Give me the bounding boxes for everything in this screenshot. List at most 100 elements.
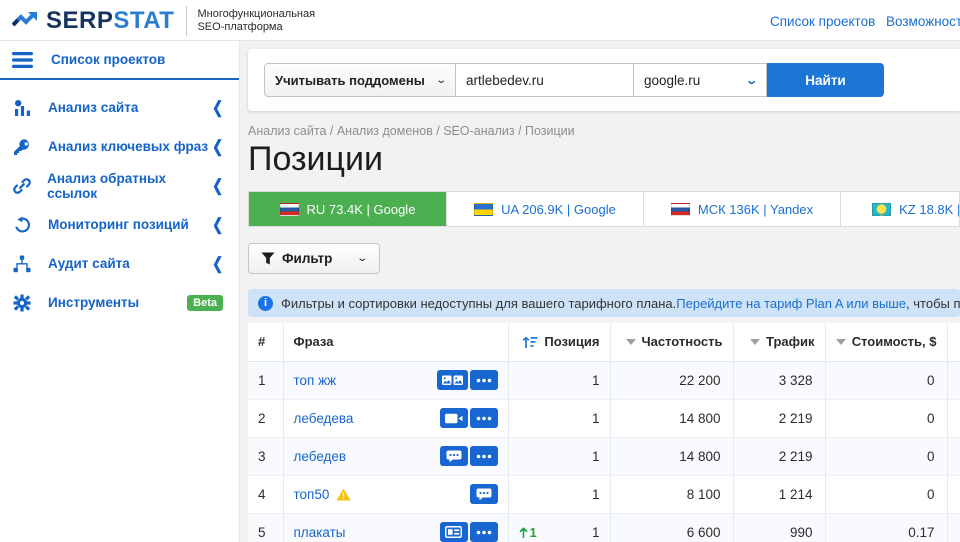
position-cell: 1 (508, 399, 610, 437)
sidebar-item-label: Аудит сайта (48, 256, 130, 271)
position-value: 1 (592, 449, 600, 464)
sort-icon[interactable] (836, 339, 846, 345)
upgrade-plan-link[interactable]: Перейдите на тариф Plan A или выше (676, 296, 906, 311)
chevron-left-icon[interactable]: ❮ (212, 98, 223, 118)
sidebar-item-3[interactable]: Мониторинг позиций ❮ (0, 205, 239, 244)
column-header-num: # (248, 323, 283, 361)
nav-link-projects[interactable]: Список проектов (770, 14, 875, 29)
row-index: 3 (248, 437, 283, 475)
images-badge-icon[interactable] (437, 370, 468, 390)
sidebar: Список проектов Анализ сайта❮Анализ ключ… (0, 41, 240, 542)
phrase-link[interactable]: топ50 (294, 487, 330, 502)
domain-search-input[interactable] (456, 63, 634, 97)
phrase-link[interactable]: топ жж (294, 373, 337, 388)
search-engine-dropdown[interactable]: google.ru ⌄ (634, 63, 767, 97)
audit-icon (12, 255, 32, 273)
tab-region-3[interactable]: KZ 18.8K | Google (840, 192, 960, 226)
phrase-cell: плакаты (283, 513, 508, 542)
chevron-down-icon: ⌄ (357, 253, 369, 264)
brand-tagline: Многофункциональная SEO-платформа (197, 8, 315, 34)
table-row-5: 5плакаты116 6009900.17 (248, 513, 960, 542)
sidebar-item-4[interactable]: Аудит сайта ❮ (0, 244, 239, 283)
sort-icon[interactable] (750, 339, 760, 345)
positions-table: # Фраза Позиция (248, 323, 960, 542)
filter-button[interactable]: Фильтр ⌄ (248, 243, 380, 274)
plan-limit-banner: i Фильтры и сортировки недоступны для ва… (248, 289, 960, 317)
sidebar-item-5[interactable]: ИнструментыBeta (0, 283, 239, 322)
row-index: 5 (248, 513, 283, 542)
sidebar-item-label: Анализ обратных ссылок (47, 171, 212, 201)
tab-label: KZ 18.8K | Google (899, 202, 960, 217)
sidebar-item-label: Мониторинг позиций (48, 217, 189, 232)
dots-menu-icon[interactable] (470, 522, 498, 542)
position-cell: 1 (508, 475, 610, 513)
traffic-value: 1 214 (733, 475, 825, 513)
comments-badge-icon[interactable] (440, 446, 468, 466)
breadcrumb-item-1[interactable]: Анализ доменов (337, 124, 433, 138)
phrase-cell: топ50 (283, 475, 508, 513)
traffic-value: 990 (733, 513, 825, 542)
column-header-cost[interactable]: Стоимость, $ (825, 323, 947, 361)
position-cell: 11 (508, 513, 610, 542)
cut-cell (947, 437, 960, 475)
sidebar-item-1[interactable]: Анализ ключевых фраз❮ (0, 127, 239, 166)
sidebar-projects-row[interactable]: Список проектов (0, 41, 239, 78)
cost-value: 0 (825, 475, 947, 513)
sidebar-projects-label[interactable]: Список проектов (51, 52, 165, 67)
dots-menu-icon[interactable] (470, 446, 498, 466)
phrase-cell: лебедев (283, 437, 508, 475)
comments-badge-icon[interactable] (470, 484, 498, 504)
hamburger-menu-icon[interactable] (12, 52, 34, 68)
chevron-left-icon[interactable]: ❮ (212, 254, 223, 274)
subdomain-dropdown[interactable]: Учитывать поддомены ⌄ (264, 63, 456, 97)
column-header-frequency[interactable]: Частотность (610, 323, 733, 361)
chevron-left-icon[interactable]: ❮ (212, 176, 223, 196)
sidebar-item-2[interactable]: Анализ обратных ссылок❮ (0, 166, 239, 205)
row-index: 4 (248, 475, 283, 513)
region-tabs: RU 73.4K | Google UA 206.9K | Google МСК 1… (248, 191, 960, 227)
breadcrumb-item-2[interactable]: SEO-анализ (443, 124, 514, 138)
chevron-down-icon: ⌄ (745, 74, 758, 87)
breadcrumb-item-0[interactable]: Анализ сайта (248, 124, 326, 138)
warning-icon[interactable] (336, 488, 351, 501)
frequency-value: 6 600 (610, 513, 733, 542)
phrase-link[interactable]: плакаты (294, 525, 346, 540)
frequency-value: 22 200 (610, 361, 733, 399)
video-badge-icon[interactable] (440, 408, 468, 428)
chevron-left-icon[interactable]: ❮ (212, 137, 223, 157)
sort-icon[interactable] (626, 339, 636, 345)
dots-menu-icon[interactable] (470, 370, 498, 390)
column-header-phrase: Фраза (283, 323, 508, 361)
tab-label: UA 206.9K | Google (501, 202, 616, 217)
brand-text: SERPSTAT (46, 7, 174, 35)
funnel-icon (261, 252, 275, 265)
page-title: Позиции (248, 140, 960, 179)
cut-cell (947, 475, 960, 513)
phrase-link[interactable]: лебедева (294, 411, 354, 426)
row-index: 2 (248, 399, 283, 437)
frequency-value: 8 100 (610, 475, 733, 513)
cost-value: 0 (825, 361, 947, 399)
frequency-value: 14 800 (610, 399, 733, 437)
table-row-2: 2лебедева114 8002 2190 (248, 399, 960, 437)
sidebar-item-0[interactable]: Анализ сайта❮ (0, 88, 239, 127)
dots-menu-icon[interactable] (470, 408, 498, 428)
chevron-left-icon[interactable]: ❮ (212, 215, 223, 235)
tab-region-0[interactable]: RU 73.4K | Google (249, 192, 446, 226)
tab-region-1[interactable]: UA 206.9K | Google (446, 192, 643, 226)
logo[interactable]: SERPSTAT Многофункциональная SEO-платфор… (12, 6, 315, 36)
column-header-traffic[interactable]: Трафик (733, 323, 825, 361)
column-header-position[interactable]: Позиция (508, 323, 610, 361)
traffic-value: 2 219 (733, 399, 825, 437)
phrase-cell: лебедева (283, 399, 508, 437)
position-change: 1 (519, 525, 537, 540)
flag-ru-icon (671, 203, 690, 216)
phrase-link[interactable]: лебедев (294, 449, 347, 464)
search-button[interactable]: Найти (767, 63, 884, 97)
nav-link-features[interactable]: Возможности (886, 14, 960, 29)
flag-kz-icon (872, 203, 891, 216)
column-header-cut (947, 323, 960, 361)
breadcrumb-item-3[interactable]: Позиции (525, 124, 575, 138)
knowledge-card-badge-icon[interactable] (440, 522, 468, 542)
tab-region-2[interactable]: МСК 136K | Yandex (643, 192, 840, 226)
